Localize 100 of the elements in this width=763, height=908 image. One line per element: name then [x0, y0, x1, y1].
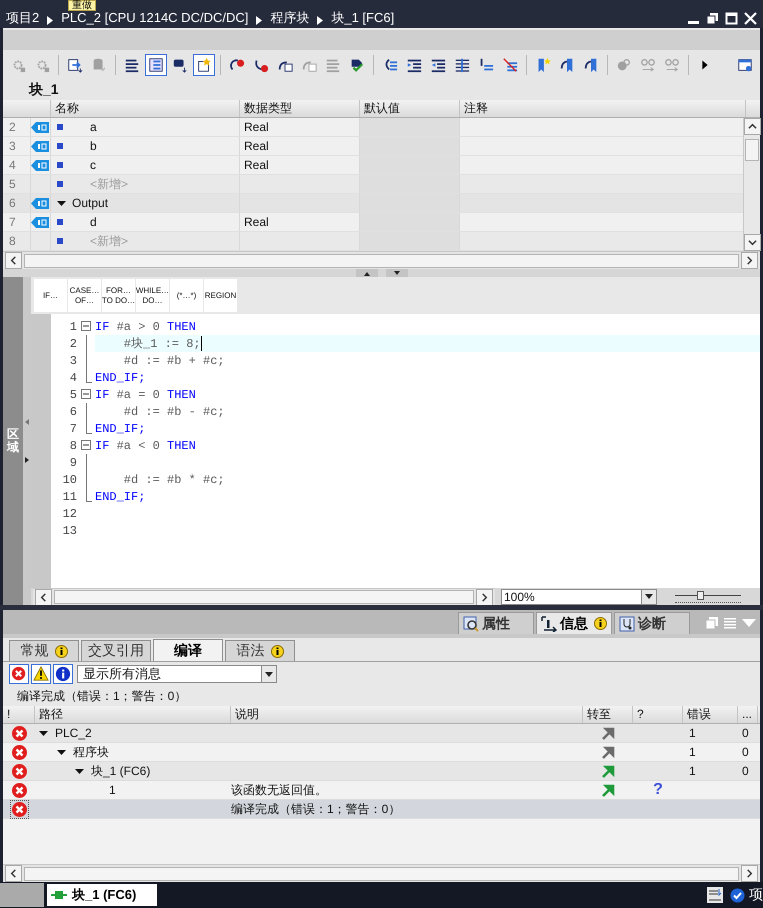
- goto-arrow-icon[interactable]: [602, 764, 614, 778]
- error-filter-icon[interactable]: [9, 664, 29, 684]
- data-type: Real: [244, 158, 269, 172]
- scrollbar[interactable]: [3, 251, 760, 269]
- warning-filter-icon[interactable]: [31, 664, 51, 684]
- line-number: 5: [68, 388, 77, 402]
- error-icon: [10, 744, 28, 760]
- snippet-button[interactable]: REGION: [204, 279, 237, 312]
- error-icon: [10, 782, 28, 798]
- compile-summary: 编译完成（错误：1；警告：0）: [16, 688, 188, 705]
- scrollbar[interactable]: [33, 588, 495, 606]
- breadcrumb-item[interactable]: 项目2: [6, 11, 40, 25]
- checkbox[interactable]: [730, 888, 745, 902]
- row-number: 2: [9, 120, 16, 134]
- snippet-button[interactable]: WHILE… DO…: [136, 279, 169, 312]
- line-number: 9: [68, 456, 77, 470]
- fold-end-line: [86, 488, 92, 502]
- snippet-button[interactable]: FOR… TO DO…: [102, 279, 135, 312]
- square-icon: [57, 143, 63, 149]
- fold-toggle-icon[interactable]: [81, 321, 91, 331]
- inspector-tab[interactable]: 信息: [536, 612, 612, 634]
- star-list-icon[interactable]: [193, 54, 215, 76]
- line-number: 8: [68, 438, 77, 452]
- goto-arrow-icon[interactable]: [602, 784, 614, 796]
- scrollbar[interactable]: [743, 118, 760, 251]
- code-line: #块_1 := 8;: [122, 336, 201, 352]
- breadcrumb-item[interactable]: 块_1 [FC6]: [331, 11, 394, 25]
- zoom-slider[interactable]: [675, 590, 741, 602]
- taskbar-tab[interactable]: 块_1 (FC6): [47, 884, 157, 906]
- snippet-button[interactable]: CASE… OF…: [68, 279, 101, 312]
- snippet-button[interactable]: IF…: [34, 279, 67, 312]
- expand-arrow-icon[interactable]: [75, 766, 84, 776]
- expand-arrow-icon[interactable]: [57, 198, 66, 208]
- goto-arrow-icon[interactable]: [602, 746, 614, 758]
- scroll-right-button[interactable]: [741, 865, 758, 882]
- dropdown-button[interactable]: [261, 666, 276, 682]
- slider-thumb[interactable]: [697, 590, 704, 600]
- warning-count: 0: [742, 764, 749, 778]
- breadcrumb-item[interactable]: PLC_2 [CPU 1214C DC/DC/DC]: [61, 11, 248, 25]
- scroll-left-button[interactable]: [35, 588, 52, 606]
- magnifier-icon: [463, 616, 479, 632]
- expand-arrow-icon[interactable]: [23, 456, 31, 464]
- message-filter-select[interactable]: 显示所有消息: [77, 665, 277, 683]
- code-line: END_IF;: [95, 422, 146, 436]
- message-path: 程序块: [73, 744, 109, 760]
- scroll-thumb[interactable]: [54, 590, 474, 604]
- warning-count: 0: [742, 726, 749, 740]
- collapse-arrow-icon[interactable]: [23, 418, 31, 426]
- help-link[interactable]: ?: [653, 781, 663, 799]
- tab[interactable]: 常规: [9, 640, 79, 661]
- scroll-thumb[interactable]: [24, 866, 739, 880]
- scrollbar[interactable]: [3, 864, 760, 882]
- parameter-name: c: [90, 158, 96, 172]
- project-checkbox[interactable]: 项: [730, 886, 763, 904]
- scroll-thumb[interactable]: [24, 254, 739, 268]
- tab[interactable]: 交叉引用: [81, 640, 151, 661]
- error-count: 1: [689, 764, 696, 778]
- tab[interactable]: 编译: [153, 639, 223, 661]
- expand-arrow-icon[interactable]: [39, 728, 48, 738]
- parameter-icon: [31, 198, 49, 208]
- scroll-left-button[interactable]: [5, 252, 22, 269]
- tab[interactable]: 语法: [225, 640, 295, 661]
- list-icon[interactable]: [145, 54, 167, 76]
- scroll-right-button[interactable]: [476, 588, 493, 606]
- line-number: 3: [68, 354, 77, 368]
- code-line: IF #a = 0 THEN: [95, 388, 196, 402]
- snippet-button[interactable]: (*…*): [170, 279, 203, 312]
- scroll-right-button[interactable]: [741, 252, 758, 269]
- maximize-icon[interactable]: [725, 12, 738, 25]
- split-up-icon[interactable]: [356, 269, 378, 277]
- parameter-name: a: [90, 120, 97, 134]
- zoom-select[interactable]: 100%: [501, 588, 657, 604]
- column-header: 错误: [687, 707, 711, 721]
- row-number: 8: [9, 234, 16, 248]
- scroll-down-button[interactable]: [744, 234, 761, 251]
- dropdown-button[interactable]: [641, 590, 656, 604]
- close-icon[interactable]: [744, 12, 757, 25]
- line-number: 7: [68, 422, 77, 436]
- parameter-icon: [31, 140, 49, 152]
- default-value-cell[interactable]: [360, 232, 460, 250]
- info-filter-icon[interactable]: [53, 664, 73, 684]
- expand-arrow-icon[interactable]: [57, 748, 66, 756]
- chevron-right-icon: [745, 869, 754, 878]
- breadcrumb-item[interactable]: 程序块: [270, 11, 310, 25]
- scroll-left-button[interactable]: [5, 865, 22, 882]
- column-header: 名称: [55, 101, 79, 115]
- goto-arrow-icon[interactable]: [602, 726, 614, 740]
- row-number: 7: [9, 215, 16, 229]
- split-down-icon[interactable]: [386, 269, 408, 277]
- fold-line: [86, 403, 87, 420]
- panel-icon[interactable]: [706, 886, 724, 904]
- fold-toggle-icon[interactable]: [81, 440, 91, 450]
- scroll-up-button[interactable]: [744, 118, 761, 135]
- scroll-thumb[interactable]: [745, 139, 759, 161]
- inspector-tab[interactable]: 属性: [458, 612, 534, 634]
- inspector-tab[interactable]: 诊断: [614, 612, 690, 634]
- restore-icon[interactable]: [706, 12, 719, 25]
- default-value-cell[interactable]: [360, 118, 460, 136]
- code-line: #d := #b + #c;: [122, 354, 225, 368]
- fold-toggle-icon[interactable]: [81, 389, 91, 399]
